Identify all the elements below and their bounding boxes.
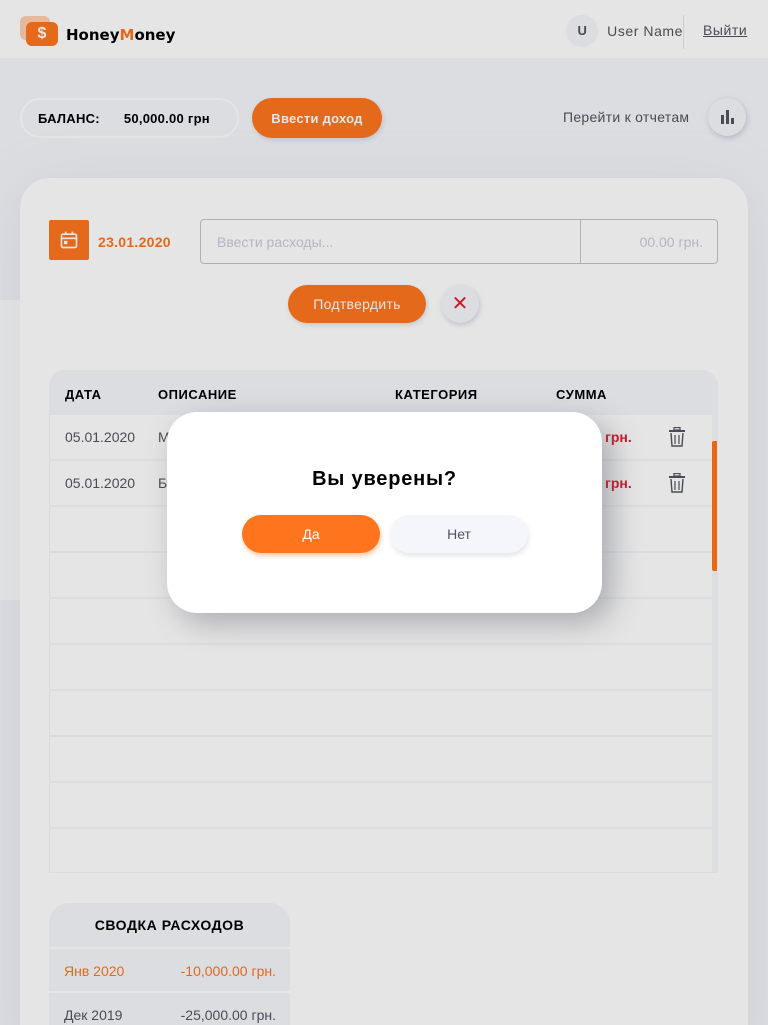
yes-button[interactable]: Да [242,515,380,553]
no-button[interactable]: Нет [390,515,528,553]
dialog-question: Вы уверены? [312,468,457,490]
confirm-dialog: Вы уверены? Да Нет [167,412,602,613]
